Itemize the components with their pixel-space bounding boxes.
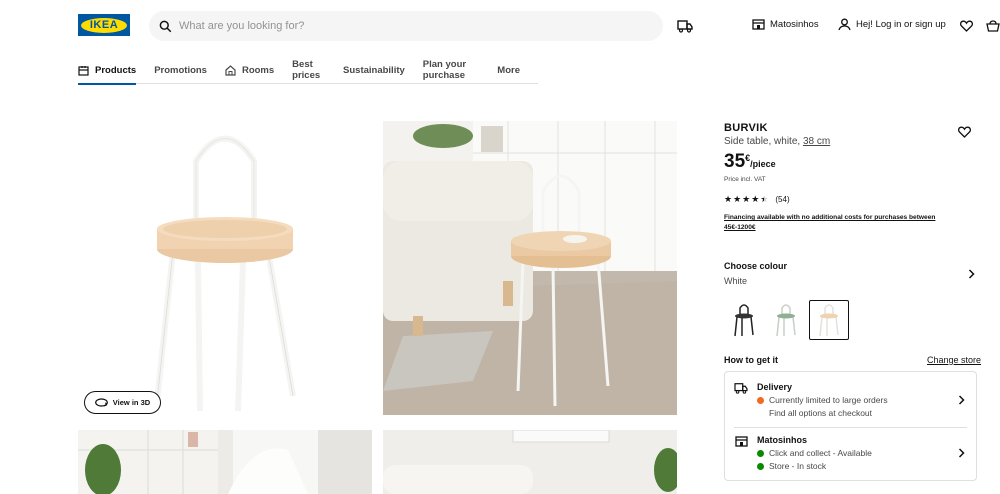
store-line-1: Click and collect - Available bbox=[757, 448, 872, 458]
product-rating[interactable]: ★ ★ ★ ★ ★ (54) bbox=[724, 195, 790, 205]
store-label: Matosinhos bbox=[770, 18, 819, 30]
3d-icon bbox=[94, 398, 108, 407]
tab-more[interactable]: More bbox=[497, 56, 520, 84]
product-image-room[interactable] bbox=[383, 121, 677, 415]
tab-products[interactable]: Products bbox=[78, 56, 137, 85]
colour-swatch-green[interactable] bbox=[766, 300, 806, 340]
product-name: BURVIK bbox=[724, 122, 768, 134]
colour-swatch-black[interactable] bbox=[724, 300, 764, 340]
tab-plan-your-purchase[interactable]: Plan your purchase bbox=[423, 56, 480, 84]
star-icon: ★ bbox=[733, 194, 742, 204]
tab-label: Rooms bbox=[241, 64, 275, 76]
star-icon: ★ bbox=[724, 194, 733, 204]
tab-label: Products bbox=[95, 64, 137, 76]
product-price: 35 € /piece bbox=[724, 151, 776, 173]
chevron-right-icon bbox=[958, 448, 965, 458]
view-in-3d-label: View in 3D bbox=[112, 398, 151, 407]
price-unit: /piece bbox=[750, 159, 776, 169]
tab-label: Promotions bbox=[154, 64, 207, 76]
tab-label: Plan your purchase bbox=[422, 59, 467, 81]
colour-swatch-white[interactable] bbox=[809, 300, 849, 340]
login-link[interactable]: Hej! Log in or sign up bbox=[838, 18, 946, 31]
product-image-lifestyle-1[interactable] bbox=[78, 430, 372, 494]
review-count: (54) bbox=[775, 195, 790, 204]
status-dot-orange bbox=[757, 396, 764, 404]
tab-sustainability[interactable]: Sustainability bbox=[343, 56, 405, 84]
tab-promotions[interactable]: Promotions bbox=[154, 56, 207, 84]
delivery-truck-icon bbox=[734, 383, 748, 394]
store-icon bbox=[735, 436, 748, 447]
search-input[interactable] bbox=[179, 20, 639, 32]
delivery-note: Find all options at checkout bbox=[769, 408, 873, 418]
product-type: Side table, white, bbox=[724, 136, 801, 147]
vat-note: Price incl. VAT bbox=[724, 176, 766, 183]
favourites-heart-icon[interactable] bbox=[958, 18, 974, 34]
tab-label: More bbox=[497, 64, 520, 76]
delivery-status: Currently limited to large orders bbox=[757, 395, 888, 405]
search-bar[interactable] bbox=[149, 11, 663, 41]
store-line-1-text: Click and collect - Available bbox=[769, 448, 872, 458]
chevron-right-icon bbox=[968, 269, 975, 279]
logo-text: IKEA bbox=[81, 17, 127, 33]
change-store-link[interactable]: Change store bbox=[927, 355, 981, 365]
store-link[interactable]: Matosinhos bbox=[752, 18, 819, 30]
user-icon bbox=[838, 18, 851, 31]
half-star-icon: ★ bbox=[760, 194, 769, 204]
delivery-status-text: Currently limited to large orders bbox=[769, 395, 888, 405]
add-to-favourites-heart-icon[interactable] bbox=[958, 125, 971, 143]
store-line-2: Store - In stock bbox=[757, 461, 826, 471]
store-title: Matosinhos bbox=[757, 435, 808, 445]
tab-label: Sustainability bbox=[343, 64, 405, 76]
tab-rooms[interactable]: Rooms bbox=[225, 56, 274, 84]
search-icon bbox=[159, 20, 172, 32]
product-image-main[interactable] bbox=[78, 121, 372, 415]
product-image-lifestyle-2[interactable] bbox=[383, 430, 677, 494]
chevron-right-icon bbox=[958, 395, 965, 405]
divider bbox=[734, 427, 967, 428]
delivery-title: Delivery bbox=[757, 382, 793, 392]
product-description: Side table, white, 38 cm bbox=[724, 136, 830, 147]
star-icon: ★ bbox=[742, 194, 751, 204]
shopping-bag-icon[interactable] bbox=[985, 18, 1000, 34]
star-icon: ★ bbox=[751, 194, 760, 204]
main-nav: Products Promotions Rooms Best prices Su… bbox=[78, 56, 538, 85]
tab-label: Best prices bbox=[292, 59, 321, 81]
price-integer: 35 bbox=[724, 151, 746, 172]
colour-selected: White bbox=[724, 276, 748, 286]
tab-best-prices[interactable]: Best prices bbox=[292, 56, 325, 84]
ikea-logo[interactable]: IKEA bbox=[78, 14, 130, 36]
login-label: Hej! Log in or sign up bbox=[856, 19, 946, 30]
view-in-3d-button[interactable]: View in 3D bbox=[84, 391, 161, 414]
how-to-get-it-title: How to get it bbox=[724, 355, 778, 365]
rooms-icon bbox=[225, 64, 236, 76]
product-size-link[interactable]: 38 cm bbox=[803, 136, 830, 147]
store-icon bbox=[752, 19, 765, 30]
delivery-truck-icon[interactable] bbox=[677, 18, 693, 34]
products-icon bbox=[78, 65, 89, 76]
colour-chooser[interactable]: Choose colour White bbox=[724, 261, 977, 286]
financing-link[interactable]: Financing available with no additional c… bbox=[724, 213, 944, 233]
fulfilment-options: Delivery Currently limited to large orde… bbox=[724, 371, 977, 481]
rating-stars: ★ ★ ★ ★ ★ bbox=[724, 195, 769, 204]
status-dot-green bbox=[757, 449, 764, 457]
status-dot-green bbox=[757, 462, 764, 470]
colour-title: Choose colour bbox=[724, 261, 788, 271]
store-line-2-text: Store - In stock bbox=[769, 461, 827, 471]
